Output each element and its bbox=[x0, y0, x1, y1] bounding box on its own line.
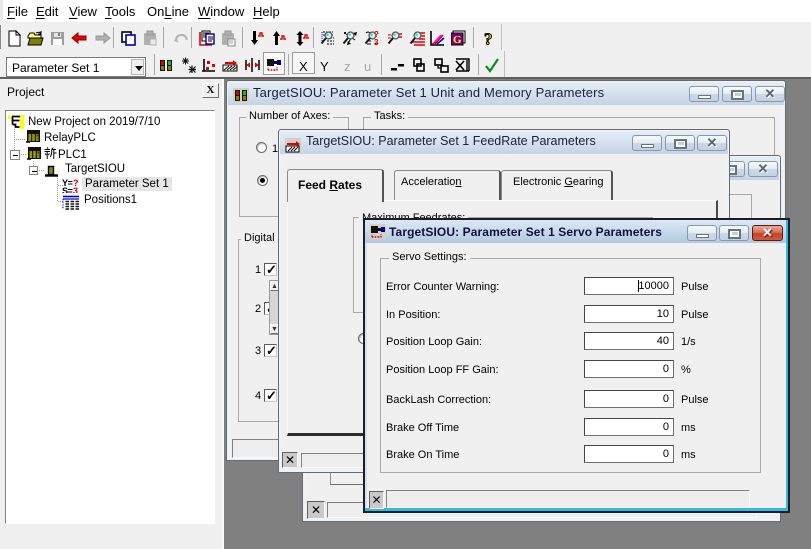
svg-text:?: ? bbox=[484, 30, 493, 47]
svg-text:G: G bbox=[453, 34, 462, 46]
svg-text:S=: S= bbox=[62, 186, 73, 193]
svg-text:3: 3 bbox=[374, 38, 379, 47]
svg-text:3: 3 bbox=[73, 186, 78, 193]
